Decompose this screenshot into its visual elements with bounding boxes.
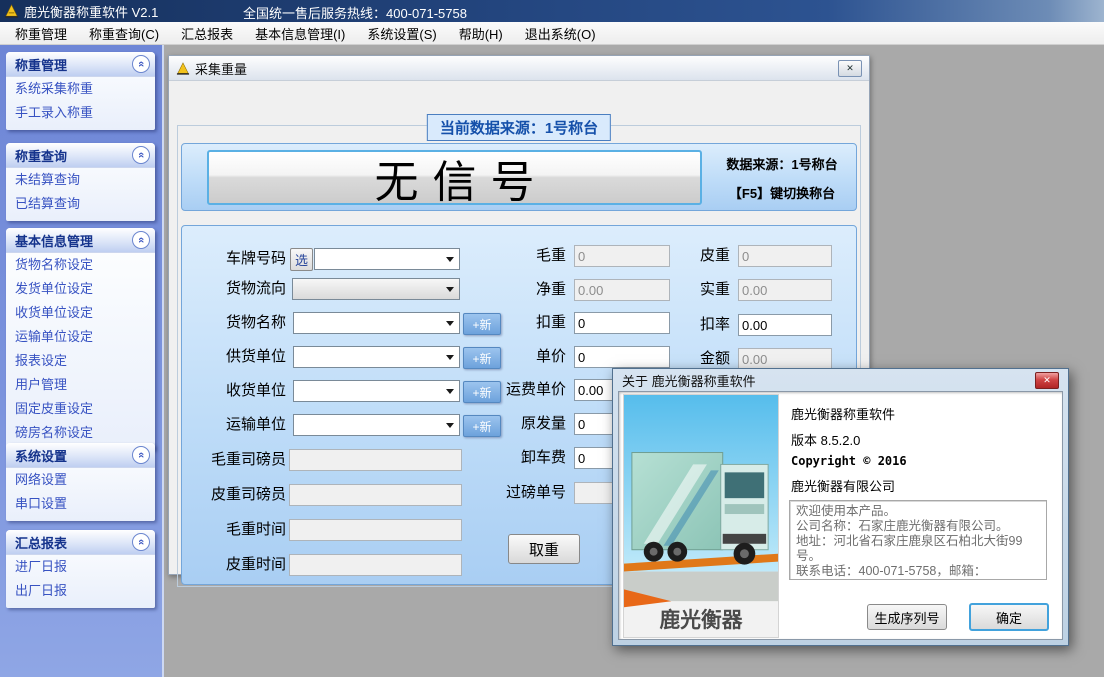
product-name: 鹿光衡器称重软件 (791, 404, 895, 423)
sidebar-section: 汇总报表 « 进厂日报出厂日报 (6, 530, 155, 608)
application-window: 鹿光衡器称重软件 V2.1 全国统一售后服务热线：400-071-5758 称重… (0, 0, 1104, 677)
signal-display: 无信号 (207, 150, 702, 205)
sidebar-item[interactable]: 固定皮重设定 (6, 397, 155, 421)
sidebar-item[interactable]: 串口设置 (6, 492, 155, 516)
menu-item[interactable]: 退出系统(O) (514, 22, 607, 44)
sidebar-item[interactable]: 报表设定 (6, 349, 155, 373)
sidebar-section-title: 称重查询 (15, 146, 67, 165)
collapse-chevron-icon[interactable]: « (132, 55, 150, 73)
sidebar-item[interactable]: 发货单位设定 (6, 277, 155, 301)
generate-serial-button[interactable]: 生成序列号 (867, 604, 947, 630)
capture-window-title: 采集重量 (195, 59, 247, 78)
company-info-line: 欢迎使用本产品。 (796, 504, 1040, 519)
field-label: 过磅单号 (462, 482, 566, 504)
sidebar-section-title: 系统设置 (15, 446, 67, 465)
weight-value-field[interactable] (738, 314, 832, 336)
readonly-text-field (289, 519, 462, 541)
menu-item[interactable]: 基本信息管理(I) (244, 22, 356, 44)
sidebar-section: 称重查询 « 未结算查询已结算查询 (6, 143, 155, 221)
app-logo-icon (4, 4, 19, 18)
sidebar-section-header[interactable]: 称重管理 « (6, 52, 155, 77)
copyright-text: Copyright © 2016 (791, 454, 907, 468)
field-label: 皮重时间 (182, 554, 286, 576)
sidebar-section: 称重管理 « 系统采集称重手工录入称重 (6, 52, 155, 130)
capture-window-title-bar: 采集重量 ✕ (169, 56, 869, 81)
sidebar-item[interactable]: 进厂日报 (6, 555, 155, 579)
company-info-box: 欢迎使用本产品。公司名称：石家庄鹿光衡器有限公司。地址：河北省石家庄鹿泉区石柏北… (789, 500, 1047, 580)
company-info-line: 联系电话：400-071-5758，邮箱： (796, 564, 1040, 579)
weight-value-field (738, 348, 832, 370)
sidebar-item[interactable]: 运输单位设定 (6, 325, 155, 349)
company-info-line: 地址：河北省石家庄鹿泉区石柏北大街99号。 (796, 534, 1040, 564)
version-text: 版本 8.5.2.0 (791, 430, 860, 449)
sidebar-item[interactable]: 已结算查询 (6, 192, 155, 216)
close-icon[interactable]: ✕ (838, 60, 862, 77)
sidebar-item[interactable]: 手工录入称重 (6, 101, 155, 125)
collapse-chevron-icon[interactable]: « (132, 446, 150, 464)
ok-button[interactable]: 确定 (969, 603, 1049, 631)
readonly-text-field (289, 554, 462, 576)
signal-panel: 无信号 数据来源：1号称台 【F5】键切换称台 (181, 143, 857, 211)
menu-item[interactable]: 称重查询(C) (78, 22, 170, 44)
close-icon[interactable]: ✕ (1035, 372, 1059, 389)
data-source-group-label: 当前数据来源：1号称台 (427, 114, 611, 141)
field-label: 原发量 (462, 413, 566, 435)
sidebar-item[interactable]: 未结算查询 (6, 168, 155, 192)
field-label: 皮重 (626, 245, 730, 267)
sidebar-section-header[interactable]: 系统设置 « (6, 443, 155, 468)
field-label: 实重 (626, 279, 730, 301)
menu-item[interactable]: 汇总报表 (170, 22, 244, 44)
about-dialog-title-bar: 关于 鹿光衡器称重软件 ✕ (613, 369, 1068, 391)
field-label: 扣率 (626, 314, 730, 336)
sidebar-item[interactable]: 磅房名称设定 (6, 421, 155, 445)
sidebar-item[interactable]: 系统采集称重 (6, 77, 155, 101)
field-label: 金额 (626, 348, 730, 370)
about-dialog-title: 关于 鹿光衡器称重软件 (622, 371, 756, 390)
sidebar-section-title: 汇总报表 (15, 533, 67, 552)
collapse-chevron-icon[interactable]: « (132, 533, 150, 551)
sidebar-section: 系统设置 « 网络设置串口设置 (6, 443, 155, 521)
hotline-text: 全国统一售后服务热线：400-071-5758 (243, 3, 467, 22)
sidebar-item[interactable]: 收货单位设定 (6, 301, 155, 325)
weight-value-field (738, 245, 832, 267)
source-info-line2: 【F5】键切换称台 (706, 183, 858, 202)
company-info-line: 公司名称：石家庄鹿光衡器有限公司。 (796, 519, 1040, 534)
menu-bar: 称重管理称重查询(C)汇总报表基本信息管理(I)系统设置(S)帮助(H)退出系统… (0, 22, 1104, 45)
app-title: 鹿光衡器称重软件 V2.1 (24, 2, 158, 21)
field-label: 毛重时间 (182, 519, 286, 541)
source-info-line1: 数据来源：1号称台 (706, 154, 858, 173)
company-name: 鹿光衡器有限公司 (791, 476, 895, 495)
sidebar-item[interactable]: 用户管理 (6, 373, 155, 397)
sidebar-section-title: 基本信息管理 (15, 231, 93, 250)
company-info-line: lg82100713@163.com (796, 579, 1040, 580)
scale-icon (176, 62, 190, 75)
sidebar-section-header[interactable]: 称重查询 « (6, 143, 155, 168)
truck-logo-text: 鹿光衡器 (660, 608, 743, 632)
sidebar-section: 基本信息管理 « 货物名称设定发货单位设定收货单位设定运输单位设定报表设定用户管理固… (6, 228, 155, 450)
truck-photo: 鹿光衡器 (623, 394, 779, 638)
collapse-chevron-icon[interactable]: « (132, 231, 150, 249)
sidebar-section-header[interactable]: 基本信息管理 « (6, 228, 155, 253)
sidebar-section-title: 称重管理 (15, 55, 67, 74)
collapse-chevron-icon[interactable]: « (132, 146, 150, 164)
menu-item[interactable]: 系统设置(S) (356, 22, 447, 44)
workspace-background: 采集重量 ✕ 当前数据来源：1号称台 无信号 数据来源：1号称台 【F5】键切换… (164, 45, 1104, 677)
sidebar: 称重管理 « 系统采集称重手工录入称重称重查询 « 未结算查询已结算查询基本信息管理 « 货… (0, 45, 164, 677)
sidebar-item[interactable]: 出厂日报 (6, 579, 155, 603)
field-label: 卸车费 (462, 447, 566, 469)
menu-item[interactable]: 帮助(H) (448, 22, 514, 44)
about-dialog-body: 鹿光衡器 鹿光衡器称重软件 版本 8.5.2.0 Copyright © 201… (618, 391, 1063, 640)
title-bar: 鹿光衡器称重软件 V2.1 全国统一售后服务热线：400-071-5758 (0, 0, 1104, 22)
about-dialog: 关于 鹿光衡器称重软件 ✕ (612, 368, 1069, 646)
sidebar-item[interactable]: 网络设置 (6, 468, 155, 492)
sidebar-section-header[interactable]: 汇总报表 « (6, 530, 155, 555)
source-info: 数据来源：1号称台 【F5】键切换称台 (706, 154, 858, 202)
weight-value-field (738, 279, 832, 301)
menu-item[interactable]: 称重管理 (4, 22, 78, 44)
sidebar-item[interactable]: 货物名称设定 (6, 253, 155, 277)
